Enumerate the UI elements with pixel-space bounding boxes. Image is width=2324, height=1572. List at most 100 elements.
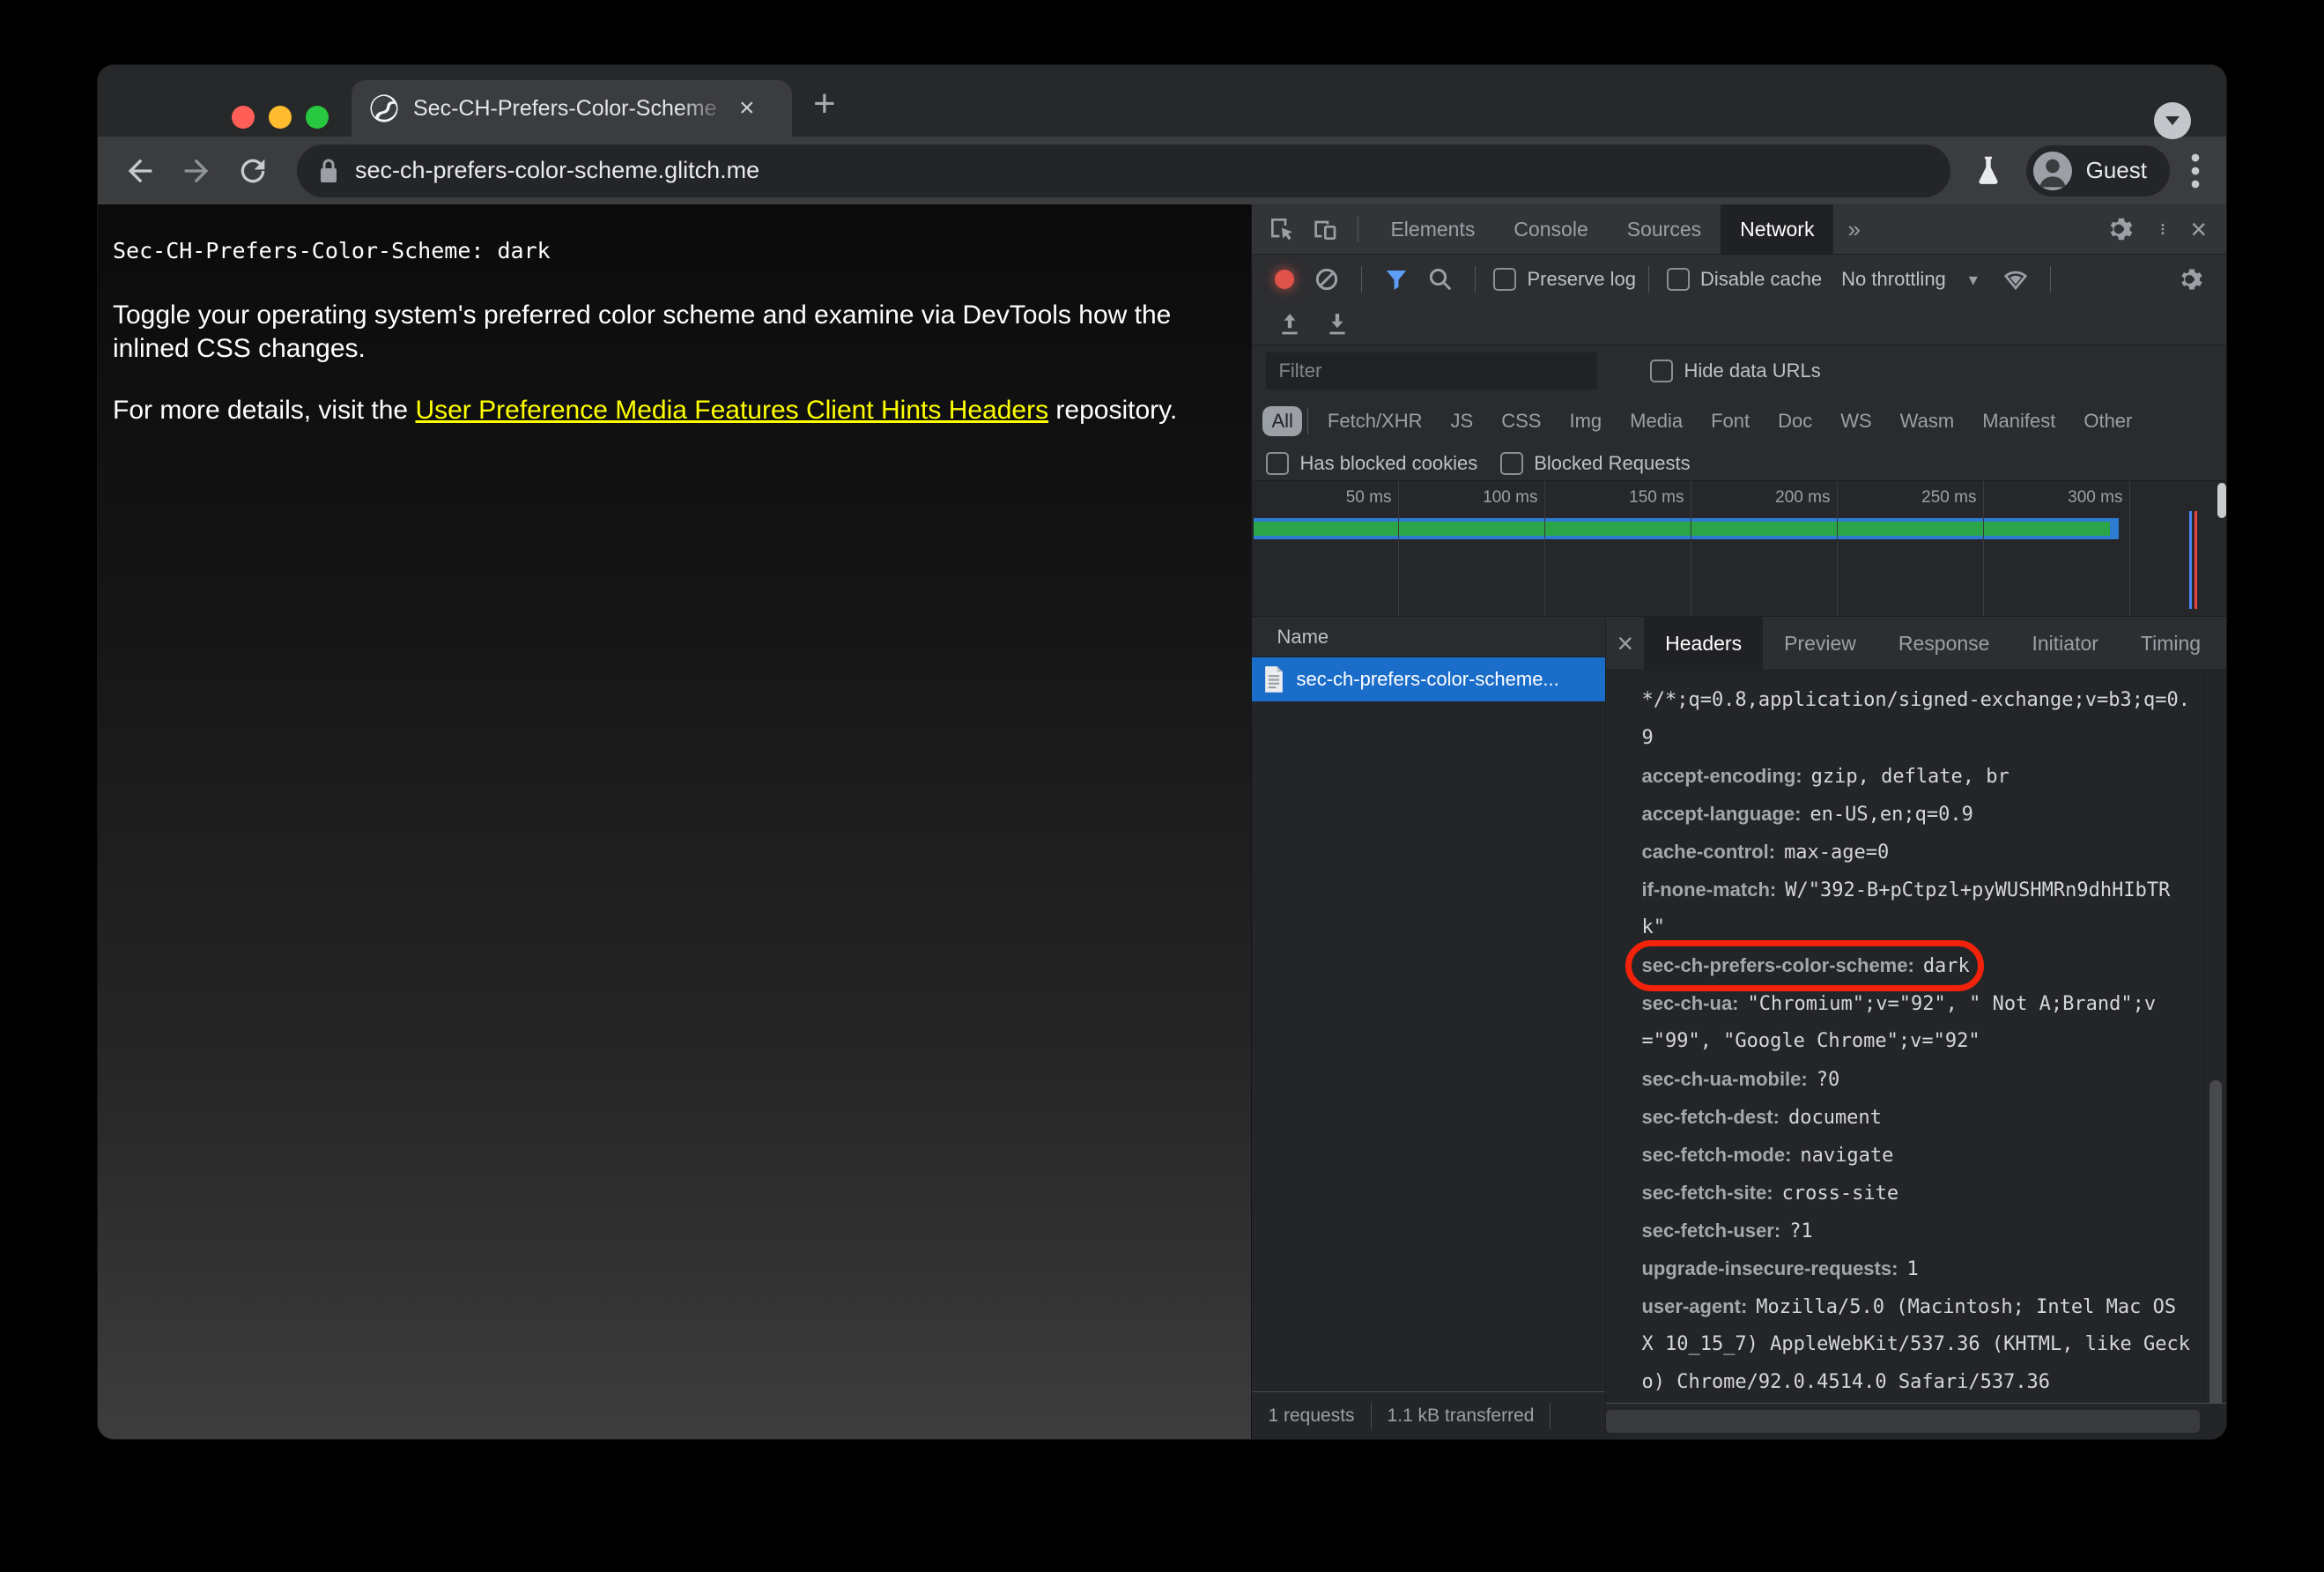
filter-pill-manifest[interactable]: Manifest xyxy=(1972,406,2066,436)
filter-pill-media[interactable]: Media xyxy=(1619,406,1693,436)
headers-content[interactable]: */*;q=0.8,application/signed-exchange;v=… xyxy=(1606,671,2226,1403)
header-line-sec-ch-ua-mobile-: sec-ch-ua-mobile: ?0 xyxy=(1641,1060,2226,1098)
hide-data-urls-checkbox[interactable] xyxy=(1650,360,1674,382)
person-icon xyxy=(2039,159,2066,187)
header-value: o) Chrome/92.0.4514.0 Safari/537.36 xyxy=(1641,1371,2051,1393)
disable-cache-label: Disable cache xyxy=(1699,268,1823,290)
window-zoom-button[interactable] xyxy=(306,106,329,129)
header-name: upgrade-insecure-requests: xyxy=(1641,1257,1898,1279)
throttling-value: No throttling xyxy=(1841,268,1946,290)
filter-input[interactable] xyxy=(1266,352,1598,389)
network-toolbar: Preserve log Disable cache No throttling… xyxy=(1252,255,2226,304)
new-tab-button[interactable]: + xyxy=(813,85,836,123)
header-name: accept-language: xyxy=(1641,803,1802,825)
devtools-tabbar: Elements Console Sources Network » × xyxy=(1252,204,2226,255)
details-close-icon[interactable]: × xyxy=(1606,629,1644,657)
filter-pill-js[interactable]: JS xyxy=(1440,406,1484,436)
filter-pill-other[interactable]: Other xyxy=(2073,406,2143,436)
details-tab-headers[interactable]: Headers xyxy=(1644,617,1764,670)
filter-pill-fetch-xhr[interactable]: Fetch/XHR xyxy=(1317,406,1433,436)
clear-network-log-icon[interactable] xyxy=(1314,266,1340,293)
back-button[interactable] xyxy=(122,153,158,189)
timeline-gridline xyxy=(1983,481,1985,616)
devtools-tab-sources[interactable]: Sources xyxy=(1608,204,1721,254)
request-row-selected[interactable]: sec-ch-prefers-color-scheme... xyxy=(1252,657,1606,701)
paragraph2-prefix: For more details, visit the xyxy=(113,396,416,425)
blocked-requests-checkbox[interactable] xyxy=(1500,451,1524,475)
details-tab-response[interactable]: Response xyxy=(1877,617,2011,670)
filter-pill-font[interactable]: Font xyxy=(1700,406,1760,436)
header-value: X 10_15_7) AppleWebKit/537.36 (KHTML, li… xyxy=(1641,1333,2190,1355)
har-import-export-row xyxy=(1252,304,2226,345)
has-blocked-cookies-label: Has blocked cookies xyxy=(1299,451,1478,474)
red-circle-annotation xyxy=(1625,940,1984,991)
filter-pill-img[interactable]: Img xyxy=(1558,406,1612,436)
devtools-tab-network[interactable]: Network xyxy=(1721,204,1834,254)
request-type-filters: All Fetch/XHR JS CSS Img Media Font Doc WS Wasm Ma… xyxy=(1252,397,2226,446)
inspect-element-icon[interactable] xyxy=(1268,215,1296,243)
tab-strip: Sec-CH-Prefers-Color-Scheme × + xyxy=(98,65,2226,139)
disable-cache-checkbox[interactable] xyxy=(1666,268,1690,291)
browser-tab[interactable]: Sec-CH-Prefers-Color-Scheme × xyxy=(352,80,792,137)
site-favicon-globe-icon xyxy=(370,94,398,122)
browser-menu-kebab-icon[interactable] xyxy=(2189,153,2202,189)
address-bar[interactable]: sec-ch-prefers-color-scheme.glitch.me xyxy=(297,144,1950,197)
devtools-tab-elements[interactable]: Elements xyxy=(1371,204,1494,254)
profile-chip[interactable]: Guest xyxy=(2025,145,2170,196)
device-toolbar-icon[interactable] xyxy=(1310,215,1338,243)
export-har-icon[interactable] xyxy=(1326,312,1349,337)
devtools-menu-kebab-icon[interactable] xyxy=(2157,215,2169,243)
tab-search-button[interactable] xyxy=(2154,102,2191,139)
throttling-dropdown[interactable]: No throttling ▾ xyxy=(1841,268,1994,291)
filter-pill-css[interactable]: CSS xyxy=(1491,406,1551,436)
import-har-icon[interactable] xyxy=(1278,312,1301,337)
repository-link[interactable]: User Preference Media Features Client Hi… xyxy=(415,396,1048,425)
lock-icon[interactable] xyxy=(318,158,339,184)
document-icon xyxy=(1265,666,1284,693)
timeline-tick-label: 250 ms xyxy=(1921,488,1977,507)
dropdown-caret-icon: ▾ xyxy=(1968,270,1978,290)
forward-button[interactable] xyxy=(179,153,214,189)
devtools-close-icon[interactable]: × xyxy=(2180,215,2217,243)
details-scrollbar-thumb[interactable] xyxy=(2209,1080,2222,1403)
avatar xyxy=(2032,151,2072,190)
filter-pill-all[interactable]: All xyxy=(1262,406,1302,436)
reload-button[interactable] xyxy=(235,153,270,189)
experiments-flask-icon[interactable] xyxy=(1973,154,2003,188)
overview-scrollbar-thumb[interactable] xyxy=(2217,483,2226,518)
details-tab-timing[interactable]: Timing xyxy=(2120,617,2222,670)
transferred-size: 1.1 kB transferred xyxy=(1387,1405,1535,1426)
blocked-requests-label: Blocked Requests xyxy=(1534,451,1691,474)
filter-pill-wasm[interactable]: Wasm xyxy=(1890,406,1965,436)
filter-funnel-icon[interactable] xyxy=(1383,266,1410,293)
network-settings-gear-icon[interactable] xyxy=(2179,266,2205,293)
filter-pill-doc[interactable]: Doc xyxy=(1767,406,1823,436)
header-name: sec-ch-ua-mobile: xyxy=(1641,1068,1808,1090)
window-close-button[interactable] xyxy=(232,106,255,129)
network-overview-timeline[interactable]: 50 ms 100 ms 150 ms 200 ms 250 ms 300 ms xyxy=(1252,481,2226,617)
header-value: 1 xyxy=(1906,1258,1919,1280)
timeline-gridline xyxy=(2129,481,2131,616)
header-value: W/"392-B+pCtpzl+pyWUSHMRn9dhHIbTR xyxy=(1785,879,2171,901)
details-tab-initiator[interactable]: Initiator xyxy=(2010,617,2119,670)
details-tab-preview[interactable]: Preview xyxy=(1763,617,1877,670)
header-name: user-agent: xyxy=(1641,1295,1748,1317)
preserve-log-checkbox[interactable] xyxy=(1493,268,1517,291)
search-icon[interactable] xyxy=(1427,266,1454,293)
header-name: if-none-match: xyxy=(1641,879,1777,901)
record-network-log-button[interactable] xyxy=(1275,270,1295,289)
header-value: en-US,en;q=0.9 xyxy=(1810,804,1973,826)
filter-pill-ws[interactable]: WS xyxy=(1830,406,1882,436)
header-value: "Chromium";v="92", " Not A;Brand";v xyxy=(1747,993,2157,1015)
devtools-tab-console[interactable]: Console xyxy=(1494,204,1607,254)
preserve-log-label: Preserve log xyxy=(1527,268,1636,290)
network-conditions-icon[interactable] xyxy=(2002,266,2029,293)
window-minimize-button[interactable] xyxy=(269,106,292,129)
name-column-header[interactable]: Name xyxy=(1252,617,1606,657)
has-blocked-cookies-checkbox[interactable] xyxy=(1266,451,1290,475)
header-name: sec-fetch-site: xyxy=(1641,1182,1773,1204)
more-tabs-icon[interactable]: » xyxy=(1833,216,1874,243)
devtools-settings-gear-icon[interactable] xyxy=(2107,215,2135,243)
tab-close-icon[interactable]: × xyxy=(739,95,755,122)
header-line-sec-fetch-user-: sec-fetch-user: ?1 xyxy=(1641,1212,2226,1249)
